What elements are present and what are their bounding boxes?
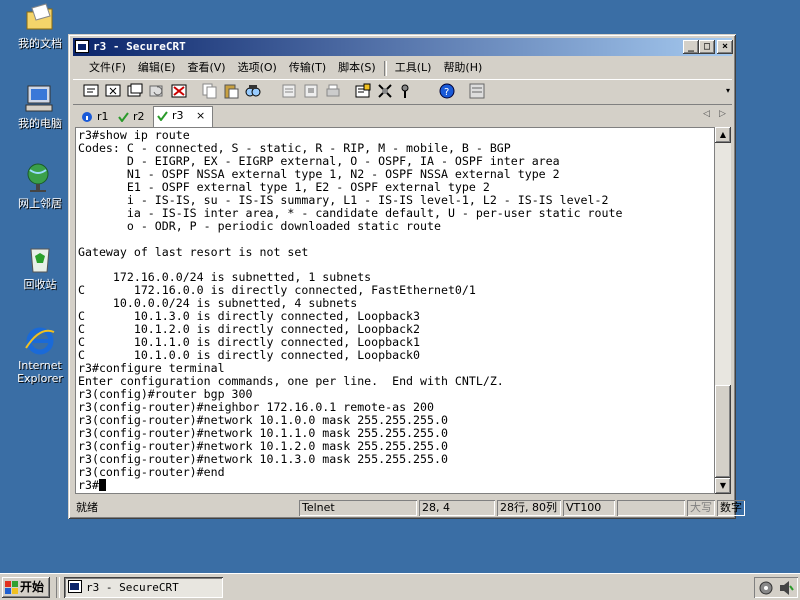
menu-options[interactable]: 选项(O) <box>232 58 283 77</box>
vertical-scrollbar[interactable]: ▲ ▼ <box>715 127 731 494</box>
scroll-down-button[interactable]: ▼ <box>715 478 731 494</box>
desktop-icon-label: 我的文档 <box>18 37 62 50</box>
desktop-icon-label: Internet Explorer <box>17 359 63 385</box>
keypad-icon[interactable] <box>469 83 485 99</box>
status-ready: 就绪 <box>76 501 98 514</box>
help-icon[interactable]: ? <box>439 83 455 99</box>
desktop-icon-internet-explorer[interactable]: Internet Explorer <box>8 324 72 385</box>
session-options-icon[interactable] <box>355 83 371 99</box>
menu-separator <box>383 60 387 76</box>
global-options-icon[interactable] <box>377 83 393 99</box>
tab-label: r1 <box>97 110 109 123</box>
securecrt-window: r3 - SecureCRT _ □ × 文件(F) 编辑(E) 查看(V) 选项(O… <box>68 34 742 519</box>
reconnect-icon[interactable] <box>149 83 165 99</box>
status-protocol: Telnet <box>299 500 417 516</box>
recycle-bin-icon <box>24 243 56 275</box>
taskbar-button-label: r3 - SecureCRT <box>86 581 179 594</box>
folder-icon <box>24 2 56 34</box>
menu-tools[interactable]: 工具(L) <box>389 58 438 77</box>
quick-connect-icon[interactable] <box>105 83 121 99</box>
connect-icon[interactable] <box>83 83 99 99</box>
svg-text:?: ? <box>444 87 449 98</box>
status-rows-cols: 28行, 80列 <box>497 500 561 516</box>
checkmark-icon <box>118 112 129 122</box>
toolbar-overflow-icon[interactable]: ▾ <box>726 86 730 95</box>
tab-r1[interactable]: r1 <box>79 108 113 126</box>
start-label: 开始 <box>20 580 45 594</box>
menu-help[interactable]: 帮助(H) <box>437 58 488 77</box>
tab-label: r2 <box>133 110 145 123</box>
windows-flag-icon <box>5 581 18 594</box>
tab-close-icon[interactable]: × <box>196 107 205 125</box>
taskbar-separator <box>56 577 60 598</box>
app-icon <box>75 40 89 53</box>
menu-edit[interactable]: 编辑(E) <box>132 58 182 77</box>
desktop-icon-recycle-bin[interactable]: 回收站 <box>8 243 72 291</box>
desktop-icon-network[interactable]: 网上邻居 <box>8 162 72 210</box>
scroll-up-button[interactable]: ▲ <box>715 127 731 143</box>
terminal-output: r3#show ip route Codes: C - connected, S… <box>76 128 714 492</box>
status-cursor-position: 28, 4 <box>419 500 495 516</box>
tab-r3[interactable]: r3 × <box>153 106 213 127</box>
terminal-text: r3#show ip route Codes: C - connected, S… <box>78 128 623 492</box>
taskbar: 开始 r3 - SecureCRT <box>0 573 800 600</box>
globe-network-icon <box>24 162 56 194</box>
desktop-icon-my-documents[interactable]: 我的文档 <box>8 2 72 50</box>
status-caps-lock: 大写 <box>687 500 715 516</box>
terminal-cursor <box>98 479 106 492</box>
printer-icon[interactable] <box>325 83 341 99</box>
menu-script[interactable]: 脚本(S) <box>332 58 382 77</box>
info-icon <box>82 112 92 122</box>
start-button[interactable]: 开始 <box>2 577 50 598</box>
tab-r2[interactable]: r2 <box>115 108 151 126</box>
taskbar-button-securecrt[interactable]: r3 - SecureCRT <box>64 577 223 598</box>
desktop-icon-label: 网上邻居 <box>18 197 62 210</box>
disconnect-icon[interactable] <box>171 83 187 99</box>
desktop-icon-my-computer[interactable]: 我的电脑 <box>8 82 72 130</box>
copy-icon[interactable] <box>201 83 217 99</box>
tab-scroll-left-icon[interactable]: ◁ <box>703 109 710 119</box>
checkmark-icon <box>157 111 168 121</box>
title-bar[interactable]: r3 - SecureCRT _ □ × <box>73 38 733 56</box>
status-bar: 就绪 Telnet 28, 4 28行, 80列 VT100 大写 数字 <box>73 499 742 517</box>
menu-transfer[interactable]: 传输(T) <box>283 58 332 77</box>
computer-icon <box>24 82 56 114</box>
status-num-lock: 数字 <box>717 500 745 516</box>
window-title: r3 - SecureCRT <box>93 40 186 53</box>
toolbar: ? ▾ <box>73 79 732 105</box>
maximize-button[interactable]: □ <box>699 40 715 54</box>
status-emulation: VT100 <box>563 500 615 516</box>
minimize-button[interactable]: _ <box>683 40 699 54</box>
desktop-icon-label: 回收站 <box>23 278 57 291</box>
menu-file[interactable]: 文件(F) <box>83 58 132 77</box>
status-blank <box>617 500 685 516</box>
terminal-screen[interactable]: r3#show ip route Codes: C - connected, S… <box>75 127 715 494</box>
close-button[interactable]: × <box>717 40 733 54</box>
print-screen-icon[interactable] <box>303 83 319 99</box>
menu-view[interactable]: 查看(V) <box>181 58 231 77</box>
menu-bar: 文件(F) 编辑(E) 查看(V) 选项(O) 传输(T) 脚本(S) 工具(L) 帮助(H) <box>73 58 732 77</box>
desktop-icon-label: 我的电脑 <box>18 117 62 130</box>
tab-scroll-right-icon[interactable]: ▷ <box>719 109 726 119</box>
volume-tray-icon[interactable] <box>778 580 794 596</box>
scrollbar-thumb[interactable] <box>715 385 731 478</box>
print-icon[interactable] <box>281 83 297 99</box>
internet-explorer-icon <box>24 324 56 356</box>
tab-label: r3 <box>172 109 184 122</box>
keymap-icon[interactable] <box>397 83 413 99</box>
system-tray <box>754 577 798 598</box>
find-icon[interactable] <box>245 83 261 99</box>
paste-icon[interactable] <box>223 83 239 99</box>
session-tabs: r1 r2 r3 × ◁ ▷ <box>73 106 732 127</box>
network-tray-icon[interactable] <box>758 580 774 596</box>
connect-tab-icon[interactable] <box>127 83 143 99</box>
securecrt-icon <box>68 580 82 593</box>
